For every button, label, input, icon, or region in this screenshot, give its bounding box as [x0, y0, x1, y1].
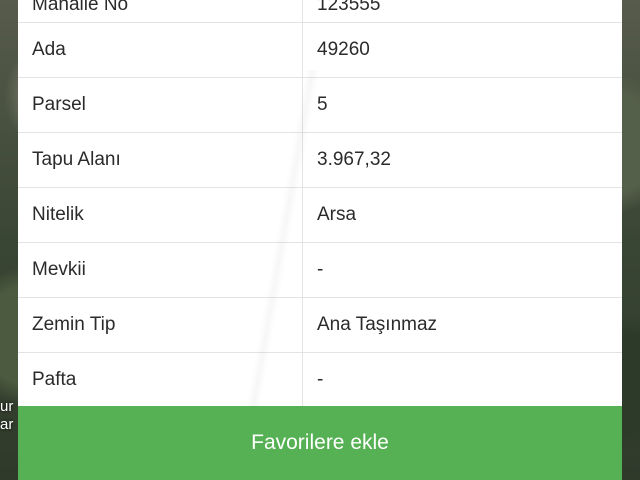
table-row-parsel: Parsel 5	[18, 77, 622, 133]
row-key: Tapu Alanı	[18, 132, 303, 188]
row-key: Mahalle No	[18, 0, 303, 23]
row-value: 3.967,32	[302, 132, 622, 188]
row-value: 49260	[302, 22, 622, 78]
map-edge-label: ur ar	[0, 398, 14, 433]
row-value: Ana Taşınmaz	[302, 297, 622, 353]
add-to-favorites-button[interactable]: Favorilere ekle	[18, 406, 622, 480]
row-value: 5	[302, 77, 622, 133]
table-row-zemin-tip: Zemin Tip Ana Taşınmaz	[18, 297, 622, 353]
row-key: Zemin Tip	[18, 297, 303, 353]
row-key: Parsel	[18, 77, 303, 133]
table-row-mahalle-no: Mahalle No 123555	[18, 0, 622, 23]
row-key: Ada	[18, 22, 303, 78]
row-key: Pafta	[18, 352, 303, 408]
row-key: Nitelik	[18, 187, 303, 243]
table-row-pafta: Pafta -	[18, 352, 622, 408]
parcel-info-table: Mahalle No 123555 Ada 49260 Parsel 5 Tap…	[18, 0, 622, 408]
table-row-ada: Ada 49260	[18, 22, 622, 78]
row-value: -	[302, 352, 622, 408]
table-row-nitelik: Nitelik Arsa	[18, 187, 622, 243]
row-value: Arsa	[302, 187, 622, 243]
row-value: 123555	[302, 0, 622, 23]
table-row-tapu-alani: Tapu Alanı 3.967,32	[18, 132, 622, 188]
row-key: Mevkii	[18, 242, 303, 298]
row-value: -	[302, 242, 622, 298]
table-row-mevkii: Mevkii -	[18, 242, 622, 298]
